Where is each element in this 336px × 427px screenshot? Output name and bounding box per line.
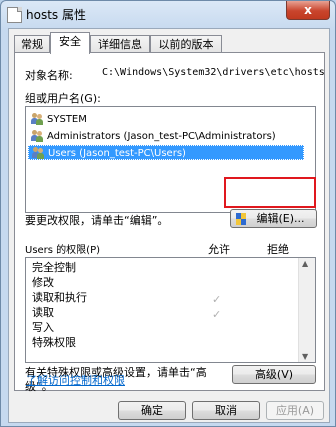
- title-bar[interactable]: hosts 属性 x: [1, 1, 335, 27]
- permissions-scrollbar[interactable]: ▲ ▼: [298, 258, 315, 362]
- security-panel: 对象名称: C:\Windows\System32\drivers\etc\ho…: [14, 52, 325, 393]
- permission-row: 修改: [32, 276, 54, 289]
- users-icon: [31, 113, 44, 125]
- object-name-value: C:\Windows\System32\drivers\etc\hosts: [102, 67, 325, 78]
- window-title: hosts 属性: [26, 8, 86, 22]
- permissions-label: Users 的权限(P): [25, 245, 101, 256]
- dialog-client: 常规 安全 详细信息 以前的版本 对象名称: C:\Windows\System…: [8, 28, 330, 423]
- allow-checkmark: ✓: [212, 308, 222, 321]
- group-item-label: Users (Jason_test-PC\Users): [48, 148, 186, 159]
- tab-general[interactable]: 常规: [14, 35, 50, 53]
- permission-row: 读取和执行: [32, 291, 87, 304]
- ok-button[interactable]: 确定: [118, 401, 186, 420]
- permission-row: 特殊权限: [32, 336, 76, 349]
- cancel-button[interactable]: 取消: [192, 401, 260, 420]
- change-permission-hint: 要更改权限，请单击“编辑”。: [25, 214, 169, 227]
- properties-dialog: hosts 属性 x 常规 安全 详细信息 以前的版本 对象名称: C:\Win…: [0, 0, 336, 427]
- tab-previous-versions[interactable]: 以前的版本: [150, 35, 222, 53]
- permissions-list[interactable]: 完全控制 修改 读取和执行 读取 写入 特殊权限 ✓ ✓ ▲ ▼: [25, 257, 316, 363]
- users-icon: [32, 147, 45, 159]
- group-item-label: SYSTEM: [47, 114, 87, 125]
- group-item-label: Administrators (Jason_test-PC\Administra…: [47, 131, 276, 142]
- object-name-label: 对象名称:: [25, 69, 73, 82]
- edit-button-highlight: [224, 177, 316, 208]
- users-icon: [31, 130, 44, 142]
- scroll-down-icon[interactable]: ▼: [302, 352, 308, 361]
- permission-row: 完全控制: [32, 261, 76, 274]
- permission-row: 写入: [32, 321, 54, 334]
- uac-shield-icon: [236, 213, 247, 225]
- tab-security[interactable]: 安全: [50, 32, 90, 54]
- deny-column-header: 拒绝: [267, 243, 289, 256]
- group-item-system[interactable]: SYSTEM: [28, 112, 304, 127]
- group-item-administrators[interactable]: Administrators (Jason_test-PC\Administra…: [28, 129, 304, 144]
- advanced-button[interactable]: 高级(V): [232, 365, 316, 384]
- edit-button[interactable]: 编辑(E)...: [230, 209, 317, 228]
- scroll-up-icon[interactable]: ▲: [302, 259, 308, 268]
- allow-checkmark: ✓: [212, 293, 222, 306]
- apply-button[interactable]: 应用(A): [266, 401, 324, 420]
- file-icon: [7, 7, 22, 23]
- tab-details[interactable]: 详细信息: [90, 35, 150, 53]
- close-button[interactable]: x: [286, 1, 330, 20]
- permission-row: 读取: [32, 306, 54, 319]
- group-item-users[interactable]: Users (Jason_test-PC\Users): [28, 145, 304, 160]
- allow-column-header: 允许: [208, 243, 230, 256]
- learn-access-control-link[interactable]: 了解访问控制和权限: [26, 372, 125, 388]
- edit-button-label: 编辑(E)...: [256, 212, 305, 225]
- groups-label: 组或用户名(G):: [25, 92, 101, 105]
